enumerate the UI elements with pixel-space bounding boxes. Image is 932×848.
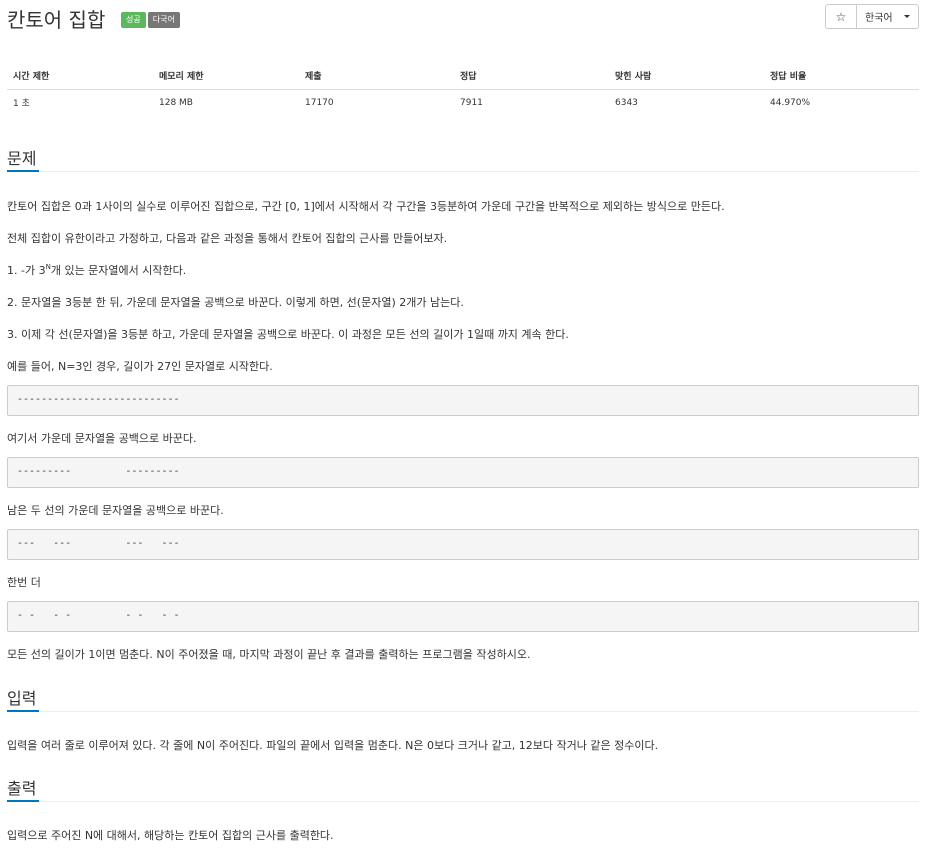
- output-description: 입력으로 주어진 N에 대해서, 해당하는 칸토어 집합의 근사를 출력한다.: [7, 829, 334, 842]
- problem-paragraph-3: 1. -가 3N개 있는 문자열에서 시작한다.: [7, 262, 186, 278]
- problem-heading: 문제: [7, 149, 37, 168]
- problem-paragraph-6: 예를 들어, N=3인 경우, 길이가 27인 문자열로 시작한다.: [7, 360, 273, 373]
- toolbar-button-group: ☆ 한국어: [825, 4, 919, 29]
- heading-underline: [7, 170, 39, 172]
- header-memory-limit: 메모리 제한: [153, 62, 299, 90]
- caret-down-icon: [904, 15, 910, 18]
- cell-accept-ratio: 44.970%: [770, 97, 811, 108]
- problem-paragraph-8: 남은 두 선의 가운데 문자열을 공백으로 바꾼다.: [7, 504, 224, 517]
- section-heading-output: 출력: [7, 772, 919, 802]
- header-time-limit: 시간 제한: [7, 62, 153, 90]
- language-dropdown[interactable]: 한국어: [857, 5, 918, 28]
- problem-paragraph-2: 전체 집합이 유한이라고 가정하고, 다음과 같은 과정을 통해서 칸토어 집합…: [7, 232, 448, 245]
- problem-paragraph-10: 모든 선의 길이가 1이면 멈춘다. N이 주어졌을 때, 마지막 과정이 끝난…: [7, 648, 531, 661]
- step1-prefix: 1. -가 3: [7, 264, 46, 277]
- table-header-row: 시간 제한 메모리 제한 제출 정답 맞힌 사람 정답 비율: [7, 62, 919, 90]
- heading-underline: [7, 710, 39, 712]
- problem-info-table: 시간 제한 메모리 제한 제출 정답 맞힌 사람 정답 비율 1 초 128 M…: [7, 62, 919, 116]
- cell-accepted: 7911: [460, 97, 483, 108]
- cell-submissions: 17170: [305, 97, 334, 108]
- section-heading-problem: 문제: [7, 142, 919, 172]
- star-icon: ☆: [835, 9, 847, 24]
- header-solved-users: 맞힌 사람: [609, 62, 764, 90]
- cell-memory-limit: 128 MB: [159, 97, 193, 108]
- section-heading-input: 입력: [7, 682, 919, 712]
- header-submissions: 제출: [299, 62, 454, 90]
- cell-time-limit: 1 초: [13, 99, 30, 110]
- cell-solved-users: 6343: [615, 97, 638, 108]
- code-block-2: --------- ---------: [7, 457, 919, 488]
- input-description: 입력을 여러 줄로 이루어져 있다. 각 줄에 N이 주어진다. 파일의 끝에서…: [7, 739, 659, 752]
- heading-underline: [7, 800, 39, 802]
- code-block-3: --- --- --- ---: [7, 529, 919, 560]
- language-label: 한국어: [865, 13, 893, 24]
- output-heading: 출력: [7, 779, 37, 798]
- problem-paragraph-5: 3. 이제 각 선(문자열)을 3등분 하고, 가운데 문자열을 공백으로 바꾼…: [7, 328, 569, 341]
- title-row: 칸토어 집합 성공 다국어 ☆ 한국어: [7, 0, 919, 40]
- favorite-button[interactable]: ☆: [826, 5, 857, 28]
- problem-paragraph-7: 여기서 가운데 문자열을 공백으로 바꾼다.: [7, 432, 197, 445]
- header-accepted: 정답: [454, 62, 609, 90]
- status-badge-success: 성공: [121, 12, 146, 28]
- problem-paragraph-1: 칸토어 집합은 0과 1사이의 실수로 이루어진 집합으로, 구간 [0, 1]…: [7, 200, 725, 213]
- page-title: 칸토어 집합: [7, 8, 106, 32]
- badge-group: 성공 다국어: [121, 12, 180, 28]
- code-block-4: - - - - - - - -: [7, 601, 919, 632]
- problem-page: 칸토어 집합 성공 다국어 ☆ 한국어 시간 제한 메모리 제한 제출 정답 맞…: [7, 0, 919, 842]
- step1-suffix: 개 있는 문자열에서 시작한다.: [50, 264, 187, 277]
- status-badge-multilang: 다국어: [147, 12, 180, 28]
- table-row: 1 초 128 MB 17170 7911 6343 44.970%: [7, 89, 919, 116]
- problem-paragraph-4: 2. 문자열을 3등분 한 뒤, 가운데 문자열을 공백으로 바꾼다. 이렇게 …: [7, 296, 464, 309]
- input-heading: 입력: [7, 689, 37, 708]
- problem-paragraph-9: 한번 더: [7, 576, 41, 589]
- header-accept-ratio: 정답 비율: [764, 62, 919, 90]
- code-block-1: ---------------------------: [7, 385, 919, 416]
